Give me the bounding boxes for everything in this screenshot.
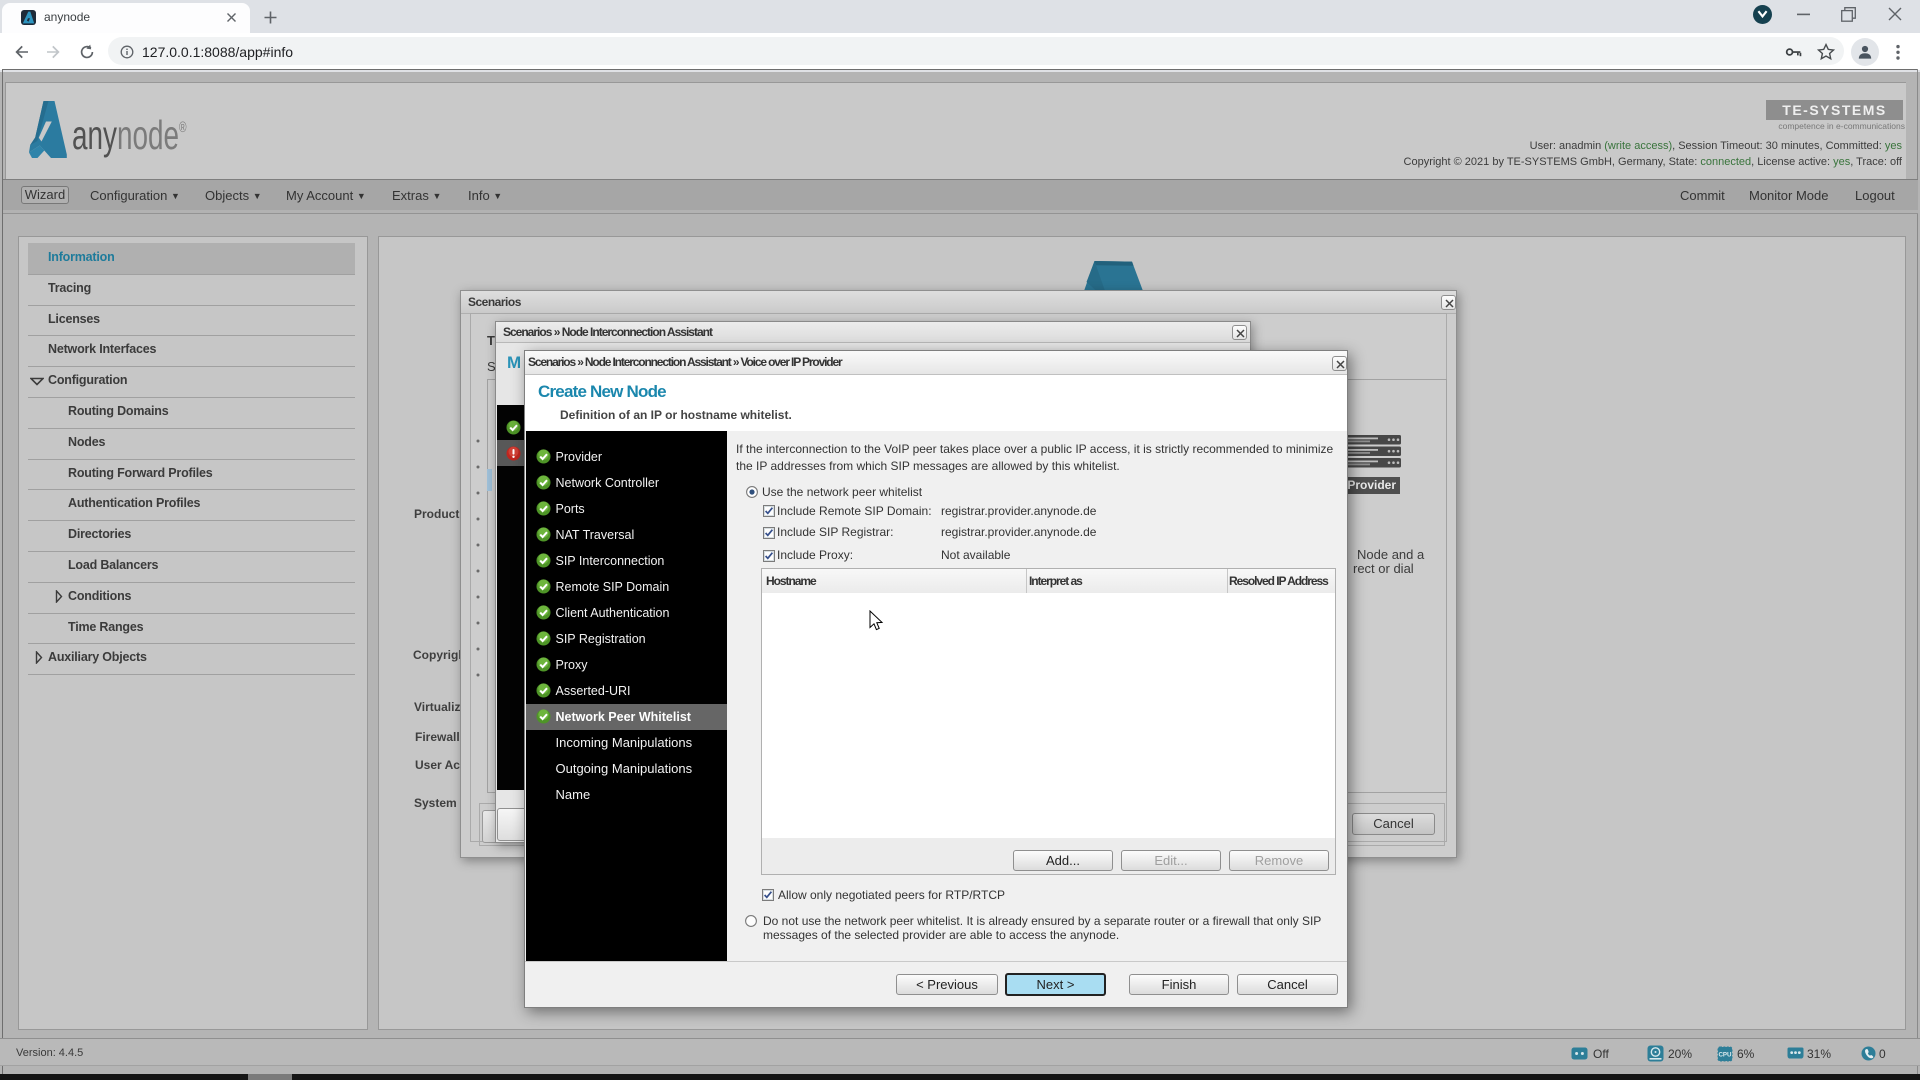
svg-text:CPU: CPU — [1718, 1052, 1732, 1059]
